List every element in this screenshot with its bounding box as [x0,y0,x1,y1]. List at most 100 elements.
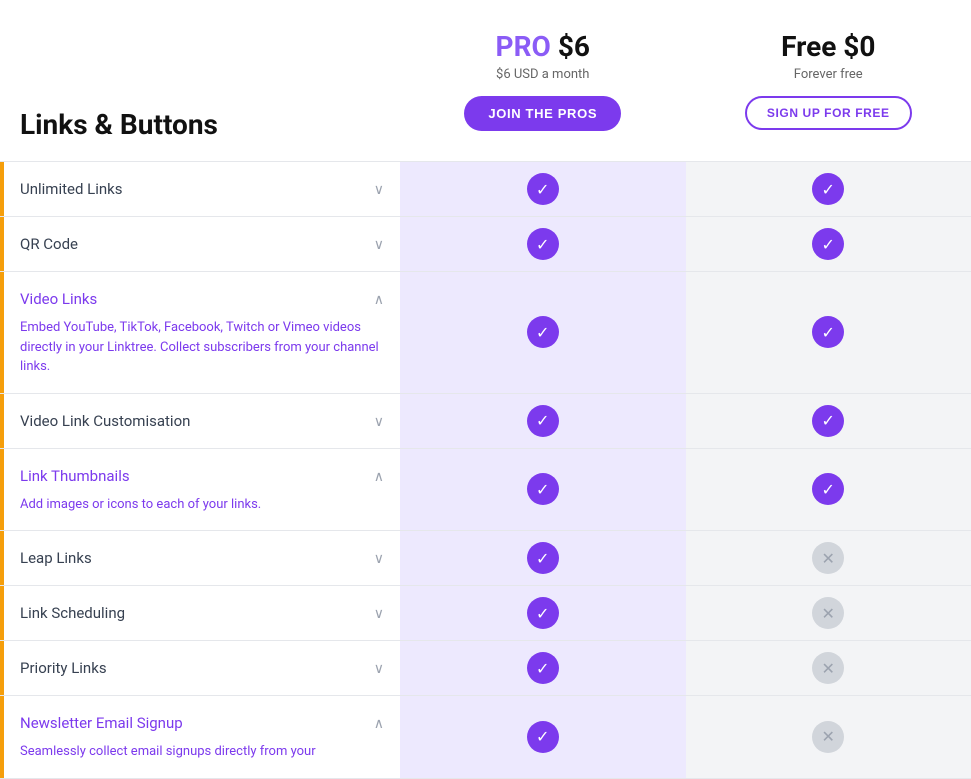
page-container: Links & Buttons PRO $6 $6 USD a month JO… [0,0,971,779]
free-plan-name: Free [781,30,836,63]
pro-cell-newsletter-email-signup: ✓ [400,696,686,778]
pro-plan-header: PRO $6 $6 USD a month JOIN THE PROS [400,20,686,151]
feature-name-newsletter-email-signup: Newsletter Email Signup [20,714,183,732]
feature-label-inner-priority-links[interactable]: Priority Links ∨ [4,641,400,695]
pro-check-icon-unlimited-links: ✓ [527,173,559,205]
feature-name-unlimited-links: Unlimited Links [20,180,123,198]
feature-label-inner-video-links[interactable]: Video Links ∧ [4,272,400,314]
pro-check-icon-leap-links: ✓ [527,542,559,574]
feature-chevron-video-link-customisation: ∨ [374,414,384,430]
feature-label-newsletter-email-signup: Newsletter Email Signup ∧ Seamlessly colle… [0,696,400,778]
free-cell-leap-links: ✕ [686,531,971,585]
section-title-area: Links & Buttons [0,20,400,151]
free-plan-header: Free $0 Forever free SIGN UP FOR FREE [686,20,971,151]
feature-name-video-link-customisation: Video Link Customisation [20,412,190,430]
free-cell-link-scheduling: ✕ [686,586,971,640]
feature-label-inner-qr-code[interactable]: QR Code ∨ [4,217,400,271]
feature-label-inner-newsletter-email-signup[interactable]: Newsletter Email Signup ∧ [4,696,400,738]
features-table: Unlimited Links ∨ ✓ ✓ QR Code ∨ ✓ ✓ Video Links ∧… [0,161,971,779]
free-cell-newsletter-email-signup: ✕ [686,696,971,778]
pro-check-icon-newsletter-email-signup: ✓ [527,721,559,753]
free-plan-title: Free $0 [706,30,952,63]
free-cell-link-thumbnails: ✓ [686,449,971,531]
pro-plan-subtitle: $6 USD a month [420,67,666,82]
free-x-icon-leap-links: ✕ [812,542,844,574]
feature-row: Priority Links ∨ ✓ ✕ [0,640,971,695]
free-cell-video-link-customisation: ✓ [686,394,971,448]
feature-label-qr-code: QR Code ∨ [0,217,400,271]
free-plan-price: $0 [843,30,875,63]
free-x-icon-newsletter-email-signup: ✕ [812,721,844,753]
pro-cell-qr-code: ✓ [400,217,686,271]
sign-up-free-button[interactable]: SIGN UP FOR FREE [745,96,912,130]
free-check-icon-link-thumbnails: ✓ [812,473,844,505]
free-cell-qr-code: ✓ [686,217,971,271]
feature-name-qr-code: QR Code [20,235,78,253]
pro-cell-unlimited-links: ✓ [400,162,686,216]
feature-label-video-link-customisation: Video Link Customisation ∨ [0,394,400,448]
pro-cell-link-thumbnails: ✓ [400,449,686,531]
feature-label-leap-links: Leap Links ∨ [0,531,400,585]
feature-row: Link Thumbnails ∧ Add images or icons to e… [0,448,971,531]
pro-cell-video-links: ✓ [400,272,686,393]
section-title: Links & Buttons [20,108,218,141]
pro-cell-video-link-customisation: ✓ [400,394,686,448]
feature-label-inner-link-scheduling[interactable]: Link Scheduling ∨ [4,586,400,640]
feature-chevron-link-thumbnails: ∧ [374,469,384,485]
feature-row: Video Links ∧ Embed YouTube, TikTok, Faceb… [0,271,971,393]
feature-label-link-thumbnails: Link Thumbnails ∧ Add images or icons to e… [0,449,400,531]
feature-label-inner-unlimited-links[interactable]: Unlimited Links ∨ [4,162,400,216]
free-plan-subtitle: Forever free [706,67,952,82]
feature-row: Newsletter Email Signup ∧ Seamlessly colle… [0,695,971,779]
free-check-icon-unlimited-links: ✓ [812,173,844,205]
feature-description-link-thumbnails: Add images or icons to each of your link… [4,491,400,531]
feature-label-inner-leap-links[interactable]: Leap Links ∨ [4,531,400,585]
pro-check-icon-video-link-customisation: ✓ [527,405,559,437]
free-cell-video-links: ✓ [686,272,971,393]
free-x-icon-priority-links: ✕ [812,652,844,684]
free-cell-priority-links: ✕ [686,641,971,695]
feature-chevron-priority-links: ∨ [374,661,384,677]
free-cell-unlimited-links: ✓ [686,162,971,216]
free-check-icon-video-link-customisation: ✓ [812,405,844,437]
feature-name-priority-links: Priority Links [20,659,107,677]
pro-cell-leap-links: ✓ [400,531,686,585]
feature-row: Leap Links ∨ ✓ ✕ [0,530,971,585]
pro-check-icon-video-links: ✓ [527,316,559,348]
pro-check-icon-link-scheduling: ✓ [527,597,559,629]
feature-name-link-scheduling: Link Scheduling [20,604,125,622]
feature-chevron-unlimited-links: ∨ [374,182,384,198]
pro-plan-name: PRO [496,30,551,63]
feature-label-unlimited-links: Unlimited Links ∨ [0,162,400,216]
feature-chevron-link-scheduling: ∨ [374,606,384,622]
feature-label-inner-video-link-customisation[interactable]: Video Link Customisation ∨ [4,394,400,448]
feature-name-leap-links: Leap Links [20,549,92,567]
pro-check-icon-link-thumbnails: ✓ [527,473,559,505]
feature-label-video-links: Video Links ∧ Embed YouTube, TikTok, Faceb… [0,272,400,393]
feature-description-video-links: Embed YouTube, TikTok, Facebook, Twitch … [4,314,400,393]
feature-description-newsletter-email-signup: Seamlessly collect email signups directl… [4,738,400,778]
feature-chevron-leap-links: ∨ [374,551,384,567]
free-check-icon-qr-code: ✓ [812,228,844,260]
pro-cell-priority-links: ✓ [400,641,686,695]
pro-plan-price: $6 [558,30,590,63]
feature-row: Video Link Customisation ∨ ✓ ✓ [0,393,971,448]
feature-label-priority-links: Priority Links ∨ [0,641,400,695]
feature-row: QR Code ∨ ✓ ✓ [0,216,971,271]
join-pros-button[interactable]: JOIN THE PROS [464,96,621,131]
feature-label-link-scheduling: Link Scheduling ∨ [0,586,400,640]
pro-plan-title: PRO $6 [420,30,666,63]
feature-chevron-newsletter-email-signup: ∧ [374,716,384,732]
feature-label-inner-link-thumbnails[interactable]: Link Thumbnails ∧ [4,449,400,491]
feature-name-link-thumbnails: Link Thumbnails [20,467,130,485]
feature-row: Unlimited Links ∨ ✓ ✓ [0,161,971,216]
pro-check-icon-priority-links: ✓ [527,652,559,684]
feature-chevron-video-links: ∧ [374,292,384,308]
pro-check-icon-qr-code: ✓ [527,228,559,260]
pro-cell-link-scheduling: ✓ [400,586,686,640]
feature-chevron-qr-code: ∨ [374,237,384,253]
pricing-header: Links & Buttons PRO $6 $6 USD a month JO… [0,0,971,161]
free-check-icon-video-links: ✓ [812,316,844,348]
feature-row: Link Scheduling ∨ ✓ ✕ [0,585,971,640]
feature-name-video-links: Video Links [20,290,97,308]
